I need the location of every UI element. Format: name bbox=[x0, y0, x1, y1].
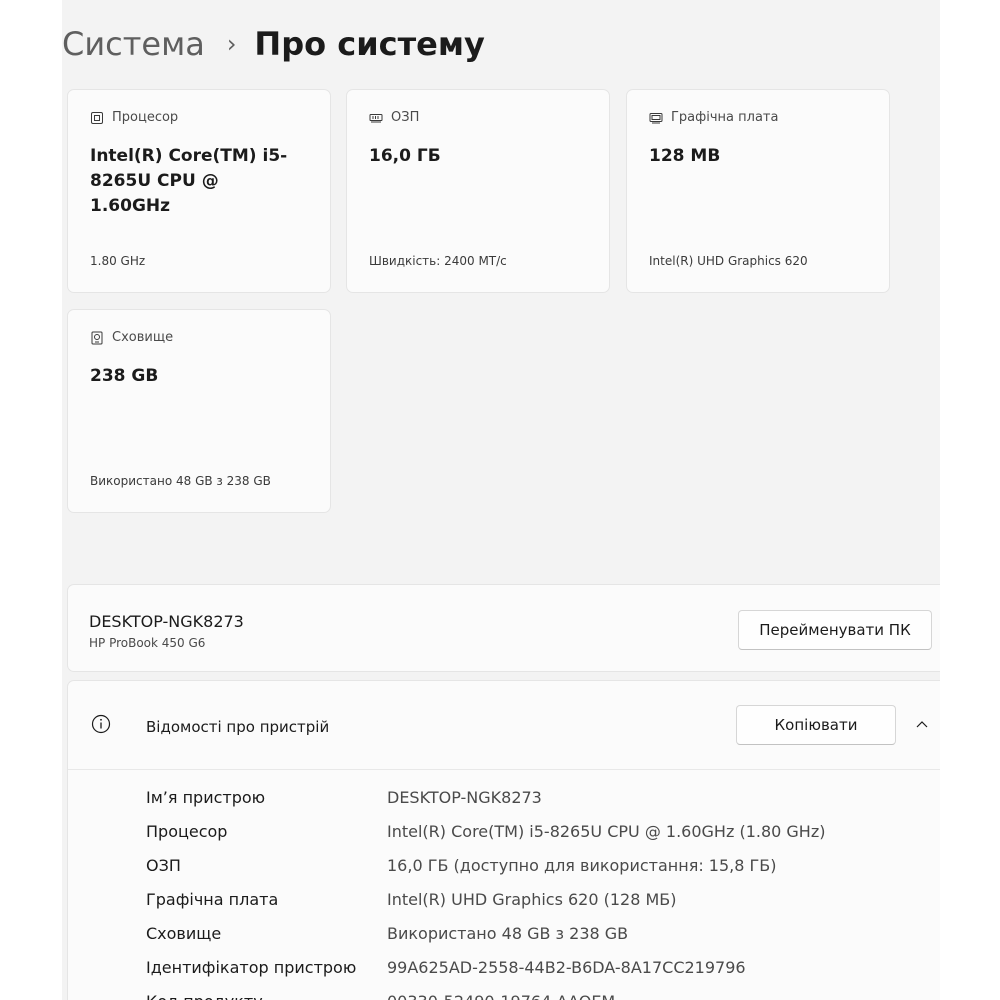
spec-label: Сховище bbox=[146, 923, 222, 943]
spec-value: 00330-52490-19764-AAOEM bbox=[387, 992, 615, 1000]
spec-label: Графічна плата bbox=[146, 889, 279, 909]
spec-label: Процесор bbox=[146, 821, 228, 841]
processor-icon bbox=[91, 111, 103, 124]
display-adapter-card-value: 128 MB bbox=[649, 146, 721, 166]
memory-card-header: ОЗП bbox=[369, 110, 419, 125]
display-adapter-card-header: Графічна плата bbox=[649, 110, 778, 125]
spec-label: ОЗП bbox=[146, 855, 181, 875]
spec-row: Процесор Intel(R) Core(TM) i5-8265U CPU … bbox=[146, 814, 825, 848]
spec-value: DESKTOP-NGK8273 bbox=[387, 787, 542, 807]
breadcrumb-parent[interactable]: Система bbox=[62, 25, 205, 63]
memory-card: ОЗП 16,0 ГБ Швидкість: 2400 MT/с bbox=[346, 89, 610, 293]
settings-window: Система › Про систему Процесор Intel(R) … bbox=[62, 0, 940, 1000]
spec-label: Код продукту bbox=[146, 992, 387, 1000]
device-specifications-title: Відомості про пристрій bbox=[146, 718, 330, 736]
spec-row: Сховище Використано 48 GB з 238 GB bbox=[146, 916, 628, 950]
copy-button[interactable]: Копіювати bbox=[736, 705, 896, 745]
chevron-up-icon[interactable] bbox=[912, 714, 932, 734]
display-adapter-card-label: Графічна плата bbox=[671, 110, 779, 125]
spec-row: Ім’я пристрою DESKTOP-NGK8273 bbox=[146, 780, 542, 814]
info-icon bbox=[91, 714, 111, 734]
display-adapter-card-model: Intel(R) UHD Graphics 620 bbox=[649, 254, 808, 268]
processor-card: Процесор Intel(R) Core(TM) i5-8265U CPU … bbox=[67, 89, 331, 293]
spec-value: Intel(R) Core(TM) i5-8265U CPU @ 1.60GHz… bbox=[387, 821, 826, 841]
spec-row: Графічна плата Intel(R) UHD Graphics 620… bbox=[146, 882, 677, 916]
page-title: Система › Про систему bbox=[62, 22, 485, 66]
storage-card-value: 238 GB bbox=[90, 366, 159, 386]
device-model: HP ProBook 450 G6 bbox=[89, 636, 206, 650]
spec-label: Ідентифікатор пристрою bbox=[146, 957, 357, 977]
device-name-panel: DESKTOP-NGK8273 HP ProBook 450 G6 Перейм… bbox=[67, 584, 940, 672]
breadcrumb-separator: › bbox=[226, 30, 237, 58]
spec-value: 99A625AD-2558-44B2-B6DA-8A17CC219796 bbox=[387, 957, 746, 977]
device-specifications-panel: Відомості про пристрій Копіювати Ім’я пр… bbox=[67, 680, 940, 1000]
spec-row: Код продукту 00330-52490-19764-AAOEM bbox=[146, 984, 615, 1000]
storage-card-header: Сховище bbox=[90, 330, 173, 345]
rename-pc-button[interactable]: Перейменувати ПК bbox=[738, 610, 932, 650]
memory-icon bbox=[369, 113, 383, 122]
storage-card-label: Сховище bbox=[112, 330, 174, 345]
spec-value: Intel(R) UHD Graphics 620 (128 МБ) bbox=[387, 889, 677, 909]
processor-card-label: Процесор bbox=[112, 110, 179, 125]
spec-label: Ім’я пристрою bbox=[146, 787, 266, 807]
spec-row: Ідентифікатор пристрою 99A625AD-2558-44B… bbox=[146, 950, 746, 984]
device-name: DESKTOP-NGK8273 bbox=[89, 612, 244, 631]
storage-icon bbox=[91, 331, 103, 344]
memory-card-label: ОЗП bbox=[391, 110, 420, 125]
display-adapter-card: Графічна плата 128 MB Intel(R) UHD Graph… bbox=[626, 89, 890, 293]
processor-card-speed: 1.80 GHz bbox=[90, 254, 146, 268]
processor-card-header: Процесор bbox=[90, 110, 178, 125]
memory-card-value: 16,0 ГБ bbox=[369, 146, 441, 166]
display-adapter-icon bbox=[649, 112, 663, 123]
storage-card-usage: Використано 48 GB з 238 GB bbox=[90, 474, 271, 488]
breadcrumb-current: Про систему bbox=[254, 25, 485, 63]
spec-row: ОЗП 16,0 ГБ (доступно для використання: … bbox=[146, 848, 776, 882]
processor-card-value: Intel(R) Core(TM) i5-8265U CPU @ 1.60GHz bbox=[90, 146, 288, 216]
memory-card-speed: Швидкість: 2400 MT/с bbox=[369, 254, 507, 268]
spec-value: 16,0 ГБ (доступно для використання: 15,8… bbox=[387, 855, 777, 875]
spec-value: Використано 48 GB з 238 GB bbox=[387, 923, 629, 943]
storage-card: Сховище 238 GB Використано 48 GB з 238 G… bbox=[67, 309, 331, 513]
device-specifications-header[interactable]: Відомості про пристрій Копіювати bbox=[68, 681, 940, 770]
